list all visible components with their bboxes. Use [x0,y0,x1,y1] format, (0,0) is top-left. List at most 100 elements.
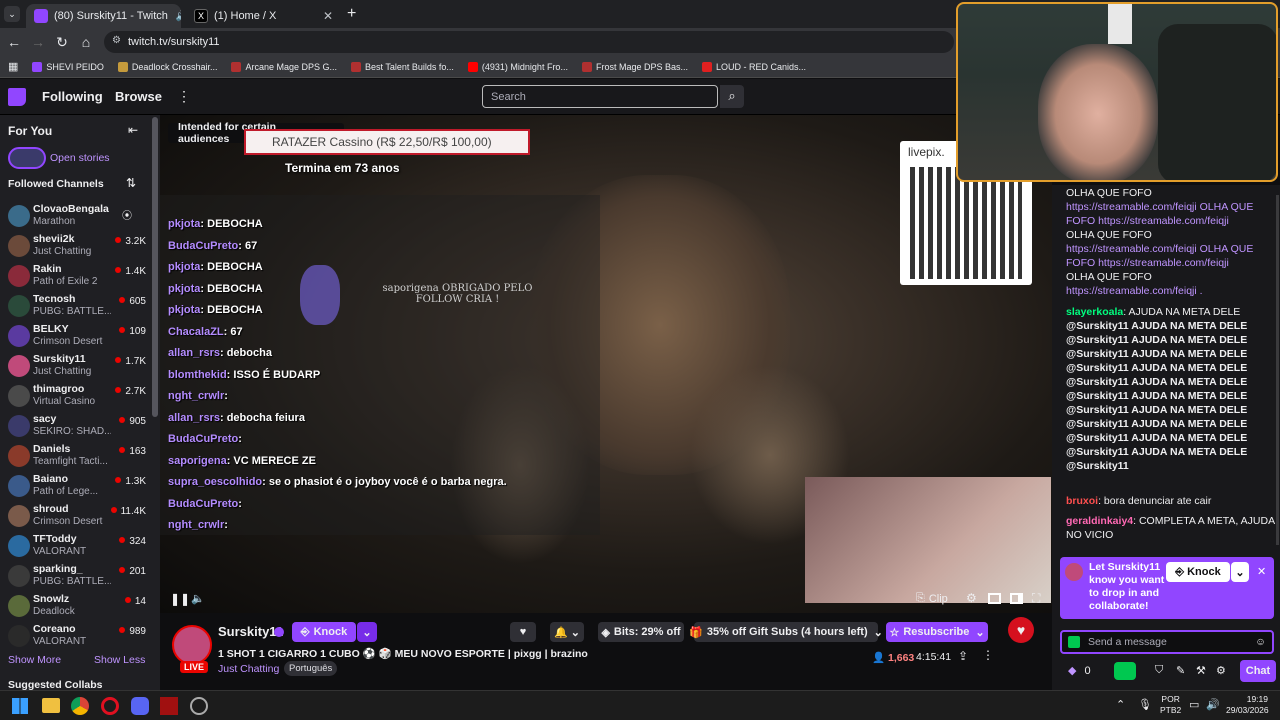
tray-chevron-icon[interactable]: ⌃ [1116,698,1125,711]
search-icon[interactable]: ⌕ [720,85,744,108]
search-input[interactable]: Search [482,85,718,108]
chat-username[interactable]: geraldinkaiy4 [1066,515,1133,527]
chat-settings-icon[interactable]: ⚙ [1216,664,1226,677]
sidebar-channel-item[interactable]: sparking_ PUBG: BATTLE... 201 [0,561,152,591]
app-icon[interactable] [190,697,208,715]
gift-subs-button[interactable]: 🎁 35% off Gift Subs (4 hours left) ⌄ [689,622,883,642]
sidebar-channel-item[interactable]: TFToddy VALORANT 324 [0,531,152,561]
file-explorer-icon[interactable] [42,698,60,713]
tab-twitch[interactable]: (80) Surskity11 - Twitch 🔊 ✕ [26,4,181,28]
chat-username[interactable]: bruxoi [1066,495,1098,507]
share-icon[interactable]: ⇪ [958,649,968,663]
sidebar-channel-item[interactable]: Surskity11 Just Chatting 1.7K [0,351,152,381]
reload-icon[interactable]: ↻ [50,34,74,51]
send-message-input[interactable]: Send a message ☺ [1060,630,1274,654]
opera-icon[interactable] [101,697,119,715]
bookmark-item[interactable]: LOUD - RED Canids... [701,61,806,72]
emote-icon[interactable]: ☺ [1255,636,1266,648]
sidebar-channel-item[interactable]: thimagroo Virtual Casino 2.7K [0,381,152,411]
forward-icon[interactable]: → [26,34,50,50]
collab-chevron-icon[interactable]: ⌄ [1231,562,1249,582]
more-options-icon[interactable]: ⋮ [982,648,994,662]
nav-following[interactable]: Following [42,89,103,104]
tab-x[interactable]: X (1) Home / X ✕ [186,4,341,28]
chrome-icon[interactable] [71,697,89,715]
category-link[interactable]: Just Chatting [218,663,279,675]
sidebar-channel-item[interactable]: Baiano Path of Lege... 1.3K [0,471,152,501]
settings-gear-icon[interactable]: ⚙ [966,591,977,605]
bits-offer-button[interactable]: ◈ Bits: 29% off [598,622,684,642]
back-icon[interactable]: ← [2,34,26,50]
clock[interactable]: 19:19 29/03/2026 [1226,694,1269,716]
channel-points[interactable]: ◆ 0 [1068,664,1091,678]
stories-avatars[interactable] [8,147,46,169]
fullscreen-icon[interactable]: ⛶ [1032,591,1040,606]
collapse-sidebar-icon[interactable]: ⇤ [128,123,138,137]
close-tab-icon[interactable]: ✕ [323,9,333,23]
discord-icon[interactable] [131,697,149,715]
show-more-link[interactable]: Show More [8,654,61,666]
sidebar-channel-item[interactable]: shroud Crimson Desert 11.4K [0,501,152,531]
sidebar-channel-item[interactable]: Tecnosh PUBG: BATTLE... 605 [0,291,152,321]
site-info-icon[interactable]: ⚙ [112,35,121,46]
knock-button[interactable]: ⎆ Knock [292,622,356,642]
follow-heart-icon[interactable]: ♥ [510,622,536,642]
speaker-icon[interactable]: 🔊 [1206,698,1220,711]
open-stories-link[interactable]: Open stories [50,152,110,164]
new-tab-button[interactable]: + [347,5,356,23]
close-icon[interactable]: ✕ [1257,565,1266,578]
sidebar-channel-item[interactable]: Rakin Path of Exile 2 1.4K [0,261,152,291]
sidebar-channel-item[interactable]: ClovaoBengala Marathon ⦿ [0,201,152,231]
twitch-logo-icon[interactable] [8,88,26,106]
bookmark-item[interactable]: Arcane Mage DPS G... [231,61,337,72]
video-player[interactable]: Intended for certain audiences⌄ RATAZER … [160,115,1052,613]
theatre-mode-icon[interactable] [988,593,1001,604]
sidebar-channel-item[interactable]: Daniels Teamfight Tacti... 163 [0,441,152,471]
heart-reaction-icon[interactable]: ♥ [1008,617,1034,643]
language-indicator[interactable]: POR PTB2 [1160,694,1181,716]
apps-grid-icon[interactable]: ▦ [8,60,18,73]
notifications-bell-icon[interactable]: 🔔 ⌄ [550,622,584,642]
sidebar-toggle-icon[interactable] [1010,593,1023,604]
volume-icon[interactable]: 🔈 [191,592,205,605]
sidebar-channel-item[interactable]: BELKY Crimson Desert 109 [0,321,152,351]
pen-icon[interactable]: ✎ [1176,664,1185,677]
mod-icon[interactable]: ⚒ [1196,664,1206,677]
home-icon[interactable]: ⌂ [74,34,98,50]
collab-knock-button[interactable]: ⎆ Knock [1166,562,1230,582]
bookmark-item[interactable]: Deadlock Crosshair... [117,61,217,72]
language-tag[interactable]: Português [284,661,338,676]
chat-scrollbar[interactable] [1276,195,1279,545]
more-menu-icon[interactable]: ⋮ [177,88,191,105]
sidebar-channel-item[interactable]: Snowlz Deadlock 14 [0,591,152,621]
prediction-icon[interactable] [1114,662,1136,680]
microphone-icon[interactable]: 🎙 [1138,698,1152,711]
shield-icon[interactable]: ⛉ [1155,664,1163,677]
chat-send-button[interactable]: Chat [1240,660,1276,682]
pause-icon[interactable]: ❚❚ [170,592,190,606]
bookmark-item[interactable]: (4931) Midnight Fro... [467,61,568,72]
channel-avatar[interactable] [172,625,212,665]
knock-dropdown-chevron-icon[interactable]: ⌄ [357,622,377,642]
nav-browse[interactable]: Browse [115,89,162,104]
network-icon[interactable]: ▭ [1189,698,1199,711]
sidebar-channel-item[interactable]: Coreano VALORANT 989 [0,621,152,651]
show-less-link[interactable]: Show Less [94,654,145,666]
url-field[interactable]: ⚙ twitch.tv/surskity11 [104,31,954,53]
bookmark-item[interactable]: Frost Mage DPS Bas... [581,61,688,72]
chat-username[interactable]: slayerkoala [1066,306,1123,318]
windows-start-icon[interactable] [12,698,28,714]
clip-button[interactable]: ⎘ Clip [916,592,948,605]
tab-search-button[interactable]: ⌄ [4,6,20,22]
sort-icon[interactable]: ⇅ [126,176,136,190]
app-icon[interactable] [160,697,178,715]
speaker-icon[interactable]: 🔊 [176,11,181,22]
bookmark-item[interactable]: Best Talent Builds fo... [351,61,454,72]
overlay-chat-user: blomthekid [168,368,227,381]
stream-title-text: 1 SHOT 1 CIGARRO 1 CUBO ⚽ 🎲 MEU NOVO ESP… [218,648,505,660]
resubscribe-button[interactable]: ☆ Resubscribe ⌄ [886,622,988,642]
sidebar-channel-item[interactable]: sacy SEKIRO: SHAD... 905 [0,411,152,441]
sidebar-channel-item[interactable]: shevii2k Just Chatting 3.2K [0,231,152,261]
bookmark-item[interactable]: SHEVI PEIDO [32,61,104,72]
sidebar-scrollbar[interactable] [152,117,158,417]
